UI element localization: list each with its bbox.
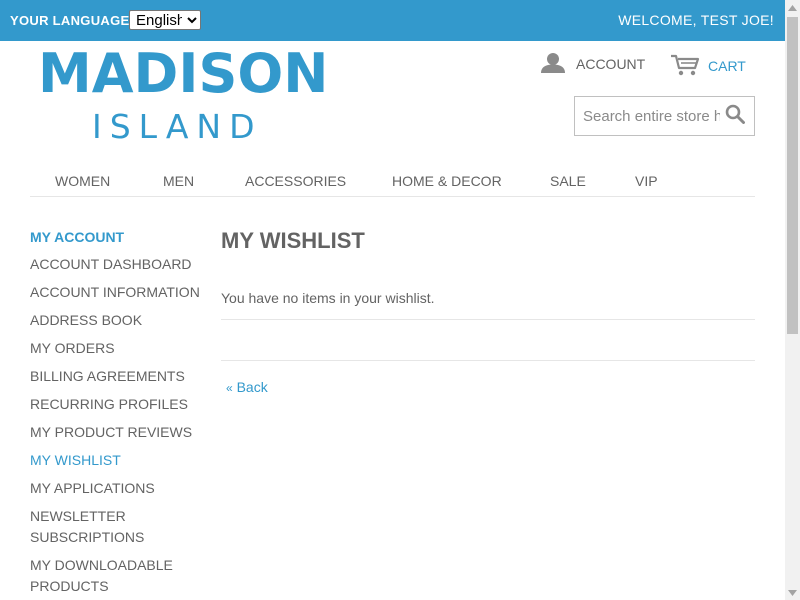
sidebar-item-billing-agreements[interactable]: BILLING AGREEMENTS [30,366,210,387]
divider [221,319,755,320]
nav-item-vip[interactable]: VIP [635,173,658,189]
page-title: MY WISHLIST [221,228,365,253]
logo-title: MADISON [38,42,329,105]
back-link-label: Back [236,379,268,395]
nav-item-accessories[interactable]: ACCESSORIES [245,173,346,189]
search-button[interactable] [716,97,754,135]
sidebar-item-recurring-profiles[interactable]: RECURRING PROFILES [30,394,210,415]
nav-item-men[interactable]: MEN [163,173,194,189]
user-icon [540,52,566,77]
account-link[interactable]: ACCOUNT [540,52,645,76]
sidebar-item-my-product-reviews[interactable]: MY PRODUCT REVIEWS [30,422,210,443]
language-label: YOUR LANGUAGE: [10,13,135,28]
account-label: ACCOUNT [576,56,646,72]
wishlist-empty-message: You have no items in your wishlist. [221,290,435,306]
sidebar-item-newsletter-subscriptions[interactable]: NEWSLETTER SUBSCRIPTIONS [30,506,180,548]
logo-subtitle: ISLAND [92,107,263,146]
scrollbar-thumb[interactable] [787,17,798,334]
cart-label: CART [708,58,746,74]
language-select[interactable]: English [129,10,201,30]
sidebar-item-address-book[interactable]: ADDRESS BOOK [30,310,210,331]
cart-icon [670,53,700,80]
scroll-up-arrow-icon[interactable] [785,0,800,15]
vertical-scrollbar[interactable] [785,0,800,600]
nav-item-home-decor[interactable]: HOME & DECOR [392,173,502,189]
sidebar-item-account-information[interactable]: ACCOUNT INFORMATION [30,282,210,303]
sidebar-item-my-wishlist[interactable]: MY WISHLIST [30,450,210,471]
main-navigation: WOMEN MEN ACCESSORIES HOME & DECOR SALE … [30,164,755,197]
sidebar-item-account-dashboard[interactable]: ACCOUNT DASHBOARD [30,254,210,275]
back-link[interactable]: « Back [226,379,268,395]
search-form [574,96,755,136]
back-arrow-icon: « [226,381,233,395]
divider [221,360,755,361]
scroll-down-arrow-icon[interactable] [785,585,800,600]
cart-link[interactable]: CART [670,53,746,79]
sidebar-item-my-applications[interactable]: MY APPLICATIONS [30,478,210,499]
search-icon [725,104,745,129]
sidebar-item-my-orders[interactable]: MY ORDERS [30,338,210,359]
nav-item-women[interactable]: WOMEN [55,173,110,189]
search-input[interactable] [575,97,720,135]
sidebar-title: MY ACCOUNT [30,229,125,245]
header-top-bar: YOUR LANGUAGE: English WELCOME, TEST JOE… [0,0,785,41]
sidebar-item-my-downloadable-products[interactable]: MY DOWNLOADABLE PRODUCTS [30,555,190,597]
nav-item-sale[interactable]: SALE [550,173,586,189]
welcome-message: WELCOME, TEST JOE! [618,12,774,28]
